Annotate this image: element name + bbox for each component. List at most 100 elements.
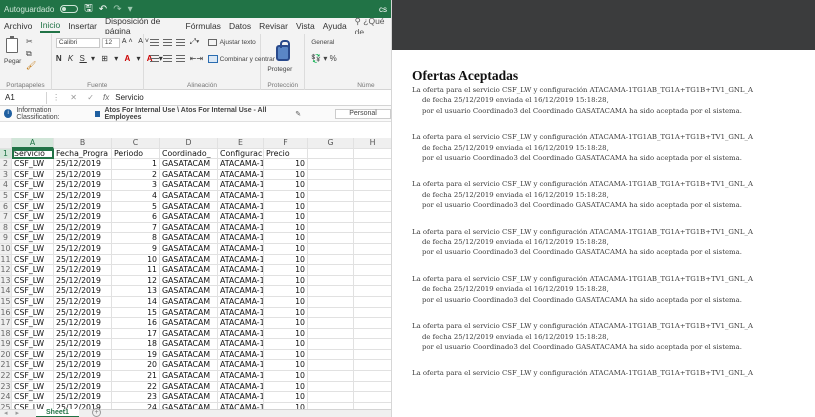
cell[interactable]: CSF_LW (12, 392, 54, 403)
align-center-icon[interactable] (162, 55, 172, 62)
cell[interactable]: GASATACAM (160, 296, 218, 308)
cell[interactable]: CSF_LW (12, 190, 54, 202)
cell[interactable]: 4 (112, 190, 160, 202)
cell[interactable]: 25/12/2019 (54, 275, 112, 287)
row-number[interactable]: 23 (0, 381, 12, 393)
cell[interactable] (308, 212, 354, 223)
cell[interactable]: CSF_LW (12, 275, 54, 287)
sheet-tab-sheet1[interactable]: Sheet1 (36, 409, 79, 417)
pencil-icon[interactable]: ✎ (295, 110, 301, 118)
cell[interactable]: CSF_LW (12, 328, 54, 340)
cell[interactable]: 10 (264, 349, 308, 361)
cell[interactable]: 21 (112, 371, 160, 382)
cell[interactable]: GASATACAM (160, 371, 218, 382)
cell[interactable]: GASATACAM (160, 339, 218, 350)
cell[interactable]: CSF_LW (12, 254, 54, 266)
cell[interactable] (354, 339, 391, 350)
cell[interactable]: Periodo (112, 148, 160, 160)
cell[interactable] (308, 148, 354, 160)
cell[interactable]: GASATACAM (160, 243, 218, 255)
cell[interactable]: 10 (264, 381, 308, 393)
cell[interactable] (308, 201, 354, 213)
lock-icon[interactable] (276, 40, 291, 61)
cell[interactable]: ATACAMA-1T (218, 254, 264, 266)
cell[interactable]: GASATACAM (160, 318, 218, 329)
cell[interactable] (354, 233, 391, 244)
font-name-select[interactable]: Calibri (55, 38, 100, 48)
cell[interactable]: GASATACAM (160, 159, 218, 170)
wrap-text-button[interactable]: Ajustar texto (220, 39, 256, 46)
column-header-e[interactable]: E (218, 138, 264, 149)
cell[interactable] (308, 169, 354, 181)
cell[interactable]: 20 (112, 360, 160, 372)
cell[interactable]: CSF_LW (12, 180, 54, 191)
tab-insertar[interactable]: Insertar (68, 21, 97, 31)
tab-inicio[interactable]: Inicio (40, 20, 61, 33)
font-size-select[interactable]: 12 (101, 38, 120, 48)
cell[interactable]: ATACAMA-1T (218, 328, 264, 340)
cell[interactable]: 19 (112, 349, 160, 361)
cell[interactable] (308, 286, 354, 297)
tab-vista[interactable]: Vista (296, 21, 315, 31)
spreadsheet-grid[interactable]: A B C D E F G H 1 Servicio Fecha_Progra … (0, 138, 391, 414)
cell[interactable]: 25/12/2019 (54, 381, 112, 393)
cell[interactable]: GASATACAM (160, 190, 218, 202)
cell[interactable] (354, 297, 391, 308)
copy-icon[interactable]: ⧉ (26, 49, 32, 59)
cell[interactable] (354, 360, 391, 372)
cell[interactable] (308, 190, 354, 202)
row-number[interactable]: 14 (0, 286, 12, 297)
row-number[interactable]: 18 (0, 328, 12, 340)
cell[interactable] (354, 212, 391, 223)
cell[interactable]: GASATACAM (160, 328, 218, 340)
row-number[interactable]: 12 (0, 265, 12, 276)
paste-button[interactable]: Pegar (4, 58, 21, 65)
column-header-h[interactable]: H (354, 138, 391, 149)
add-sheet-icon[interactable]: + (92, 408, 101, 417)
indent-icon[interactable]: ⇤⇥ (190, 54, 203, 63)
cell[interactable]: GASATACAM (160, 169, 218, 181)
cell[interactable]: 25/12/2019 (54, 265, 112, 276)
row-number[interactable]: 6 (0, 201, 12, 213)
cell[interactable]: Servicio (12, 148, 54, 160)
paste-icon[interactable] (6, 36, 18, 53)
cell[interactable]: GASATACAM (160, 222, 218, 234)
cell[interactable]: 23 (112, 392, 160, 403)
cell[interactable]: GASATACAM (160, 286, 218, 297)
cell[interactable] (354, 149, 391, 160)
cell[interactable]: ATACAMA-1T (218, 201, 264, 213)
cell[interactable]: ATACAMA-1T (218, 296, 264, 308)
row-number[interactable]: 1 (0, 148, 12, 160)
cell[interactable]: 10 (264, 307, 308, 319)
cell[interactable]: 10 (264, 339, 308, 350)
wrap-text-icon[interactable] (207, 39, 217, 46)
cell[interactable] (354, 329, 391, 340)
cell[interactable]: 10 (264, 212, 308, 223)
cell[interactable]: CSF_LW (12, 381, 54, 393)
cell[interactable]: 18 (112, 339, 160, 350)
row-number[interactable]: 8 (0, 222, 12, 234)
cell[interactable]: GASATACAM (160, 392, 218, 403)
cell[interactable] (308, 381, 354, 393)
cell[interactable] (354, 170, 391, 181)
cell[interactable] (308, 349, 354, 361)
cell[interactable]: 10 (264, 296, 308, 308)
row-number[interactable]: 15 (0, 296, 12, 308)
cell[interactable]: 25/12/2019 (54, 318, 112, 329)
cell[interactable]: CSF_LW (12, 233, 54, 244)
cell[interactable]: 25/12/2019 (54, 169, 112, 181)
cell[interactable]: CSF_LW (12, 371, 54, 382)
cell[interactable]: CSF_LW (12, 201, 54, 213)
cell[interactable]: CSF_LW (12, 265, 54, 276)
cell[interactable] (354, 202, 391, 213)
cell[interactable]: 10 (264, 254, 308, 266)
align-left-icon[interactable] (149, 55, 159, 62)
cell[interactable] (354, 392, 391, 403)
cell[interactable]: GASATACAM (160, 212, 218, 223)
cell[interactable]: 10 (264, 286, 308, 297)
cell[interactable] (308, 180, 354, 191)
cell[interactable]: Precio (264, 148, 308, 160)
column-header-b[interactable]: B (54, 138, 112, 149)
cell[interactable]: 11 (112, 265, 160, 276)
align-right-icon[interactable] (175, 55, 185, 62)
